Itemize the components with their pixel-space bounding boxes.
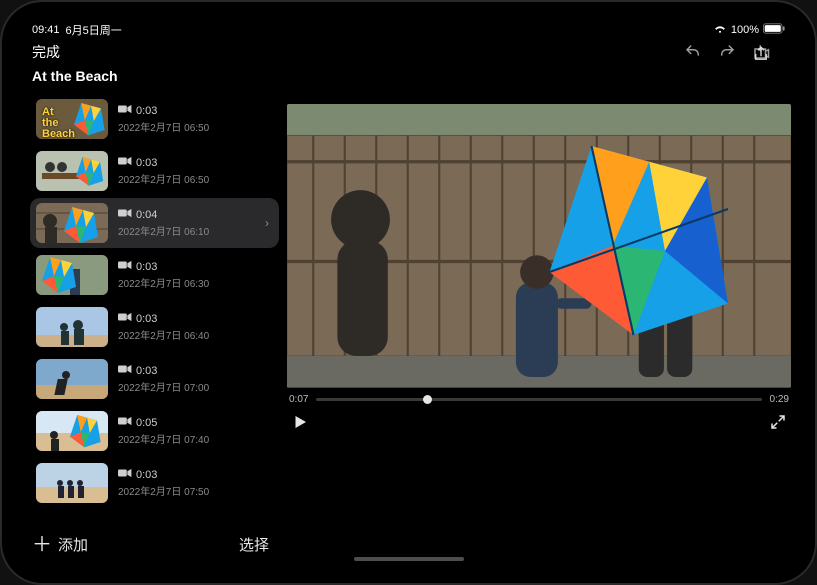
video-icon: [118, 416, 132, 429]
home-indicator[interactable]: [354, 557, 464, 561]
fullscreen-button[interactable]: [767, 411, 789, 433]
time-total: 0:29: [770, 394, 789, 405]
redo-button[interactable]: [717, 42, 737, 62]
time-current: 0:07: [289, 394, 308, 405]
clip-duration: 0:04: [136, 209, 157, 221]
clip-thumbnail: [36, 203, 108, 243]
clip-list[interactable]: AttheBeach 0:03 2022年2月7日 06:50 0:03 202…: [26, 92, 283, 526]
status-time: 09:41: [32, 24, 60, 36]
clip-duration: 0:03: [136, 261, 157, 273]
clip-timestamp: 2022年2月7日 06:30: [118, 275, 209, 290]
status-bar: 09:41 6月5日周一 100%: [18, 18, 799, 38]
done-button[interactable]: 完成: [32, 42, 60, 62]
clip-row[interactable]: 0:03 2022年2月7日 06:40: [30, 302, 279, 352]
clip-timestamp: 2022年2月7日 07:00: [118, 379, 209, 394]
clip-row[interactable]: 0:03 2022年2月7日 06:30: [30, 250, 279, 300]
preview-video[interactable]: [287, 104, 791, 388]
clip-row[interactable]: 0:04 2022年2月7日 06:10 ›: [30, 198, 279, 248]
clip-thumbnail: [36, 307, 108, 347]
play-button[interactable]: [289, 411, 311, 433]
video-icon: [118, 260, 132, 273]
clip-row[interactable]: 0:05 2022年2月7日 07:40: [30, 406, 279, 456]
clip-duration: 0:03: [136, 157, 157, 169]
scrubber-track[interactable]: [316, 398, 761, 401]
clip-thumbnail: [36, 411, 108, 451]
clip-timestamp: 2022年2月7日 07:40: [118, 431, 209, 446]
clip-duration: 0:03: [136, 105, 157, 117]
preview-pane: 0:07 0:29: [283, 64, 799, 565]
clip-row[interactable]: 0:03 2022年2月7日 07:50: [30, 458, 279, 508]
clip-row[interactable]: 0:03 2022年2月7日 07:00: [30, 354, 279, 404]
plus-icon: ＋: [32, 538, 52, 552]
scrubber-knob[interactable]: [423, 395, 432, 404]
clip-duration: 0:03: [136, 313, 157, 325]
clip-timestamp: 2022年2月7日 07:50: [118, 483, 209, 498]
clip-thumbnail: AttheBeach: [36, 99, 108, 139]
video-icon: [118, 364, 132, 377]
toolbar: 完成: [18, 38, 799, 64]
video-icon: [118, 208, 132, 221]
clip-thumbnail: [36, 359, 108, 399]
clip-row[interactable]: AttheBeach 0:03 2022年2月7日 06:50: [30, 94, 279, 144]
clip-timestamp: 2022年2月7日 06:50: [118, 171, 209, 186]
clip-row[interactable]: 0:03 2022年2月7日 06:50: [30, 146, 279, 196]
video-icon: [118, 104, 132, 117]
clip-thumbnail: [36, 151, 108, 191]
clip-thumbnail: [36, 255, 108, 295]
undo-button[interactable]: [683, 42, 703, 62]
battery-icon: [763, 23, 785, 37]
status-date: 6月5日周一: [66, 22, 122, 38]
chevron-right-icon: ›: [265, 216, 269, 230]
video-icon: [118, 156, 132, 169]
clip-duration: 0:05: [136, 417, 157, 429]
clip-timestamp: 2022年2月7日 06:50: [118, 119, 209, 134]
clip-timestamp: 2022年2月7日 06:10: [118, 223, 209, 238]
clip-thumbnail: [36, 463, 108, 503]
share-button[interactable]: [751, 44, 771, 64]
status-battery-pct: 100%: [731, 24, 759, 36]
video-icon: [118, 312, 132, 325]
add-media-button[interactable]: ＋ 添加: [32, 534, 88, 555]
add-label: 添加: [58, 534, 88, 555]
wifi-icon: [713, 23, 727, 38]
clip-timestamp: 2022年2月7日 06:40: [118, 327, 209, 342]
select-button[interactable]: 选择: [239, 534, 269, 555]
clip-duration: 0:03: [136, 469, 157, 481]
project-title: At the Beach: [26, 64, 283, 92]
scrubber[interactable]: 0:07 0:29: [287, 388, 791, 407]
video-icon: [118, 468, 132, 481]
project-sidebar: At the Beach AttheBeach 0:03 2022年2月7日 0…: [18, 64, 283, 565]
clip-duration: 0:03: [136, 365, 157, 377]
